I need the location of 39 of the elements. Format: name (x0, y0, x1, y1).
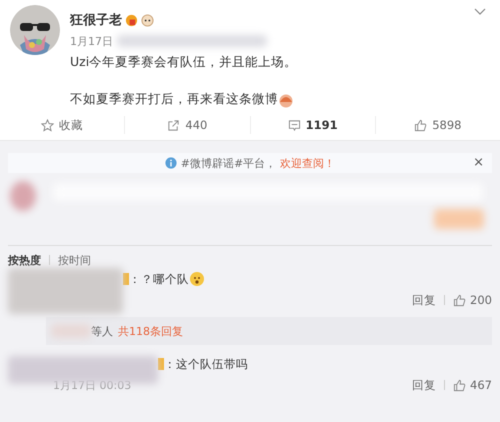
comment-icon (288, 118, 301, 132)
emoji-icon (278, 92, 294, 108)
emoji-icon (141, 14, 154, 26)
thumbs-up-icon (453, 294, 466, 306)
post-text: Uzi今年夏季赛会有队伍，并且能上场。 (70, 54, 298, 71)
star-icon (41, 118, 54, 132)
info-icon (164, 157, 177, 169)
post-date[interactable]: 1月17日 (70, 34, 113, 48)
reply-button[interactable]: 回复 (412, 378, 436, 392)
author-name[interactable]: 狂很子老 (70, 11, 122, 29)
user-badge (123, 273, 129, 285)
comment-text: ：？哪个队 (129, 272, 189, 286)
comment-text: ：这个队伍带吗 (164, 356, 248, 372)
thumbs-up-icon (453, 378, 466, 392)
blurred-area (434, 209, 484, 229)
chevron-icon[interactable] (474, 8, 486, 16)
blurred-area (10, 181, 36, 211)
action-button[interactable]: 1191 (250, 116, 375, 134)
close-button[interactable]: × (473, 155, 484, 170)
post-text: 不如夏季赛开打后，再来看这条微博 (70, 91, 278, 108)
replies-text: 等人 (91, 324, 113, 338)
sort-tab[interactable]: 按热度 (8, 252, 41, 268)
notice-text: #微博辟谣#平台， (180, 156, 276, 170)
thumbs-up-icon (414, 118, 428, 132)
share-icon (167, 118, 180, 132)
like-button[interactable]: 200 (453, 293, 492, 307)
badge-icon (125, 14, 138, 26)
notice-link[interactable]: 欢迎查阅！ (280, 156, 336, 170)
replies-link[interactable]: 共118条回复 (118, 324, 183, 338)
avatar[interactable] (10, 5, 60, 55)
action-button[interactable]: 收藏 (0, 116, 124, 134)
action-button[interactable]: 440 (124, 116, 250, 134)
sort-tab[interactable]: 按时间 (58, 252, 91, 268)
user-badge (158, 358, 164, 370)
comment-time: 1月17日 00:03 (53, 378, 132, 392)
like-button[interactable]: 467 (453, 378, 492, 392)
emoji-icon (189, 271, 205, 287)
action-button[interactable]: 5898 (374, 116, 500, 134)
reply-button[interactable]: 回复 (412, 292, 436, 308)
